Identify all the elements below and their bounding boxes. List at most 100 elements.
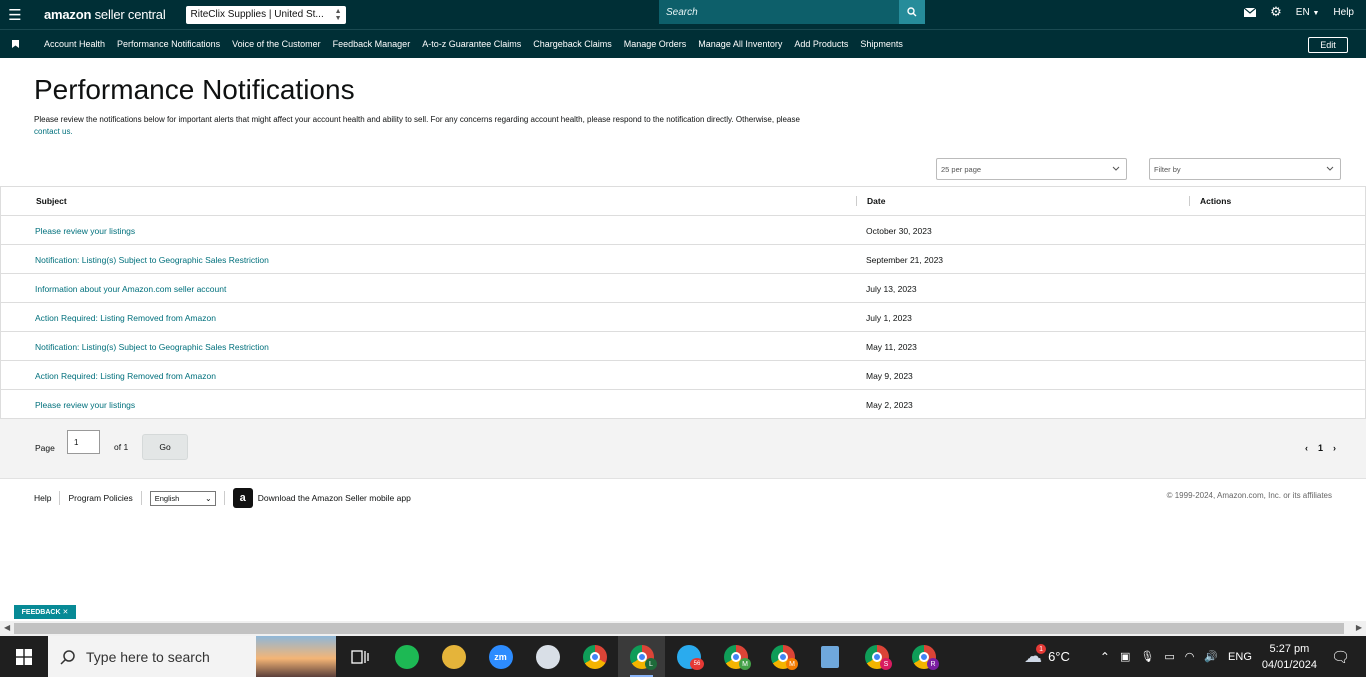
footer-help-link[interactable]: Help [34, 493, 51, 503]
scrollbar-thumb[interactable] [14, 623, 1344, 634]
footer-divider [59, 491, 61, 505]
notification-subject-link[interactable]: Notification: Listing(s) Subject to Geog… [35, 255, 269, 265]
account-selector[interactable]: RiteClix Supplies | United St... ▲ ▼ [185, 5, 346, 24]
nav-item-atoz-claims[interactable]: A-to-z Guarantee Claims [422, 39, 521, 49]
weather-widget[interactable]: ☁ 1 6°C [1024, 644, 1070, 667]
nav-item-add-products[interactable]: Add Products [794, 39, 848, 49]
scroll-left-icon[interactable]: ◀ [4, 623, 10, 632]
search-highlight-image [256, 636, 336, 677]
notification-subject-link[interactable]: Please review your listings [35, 226, 135, 236]
taskbar-search-placeholder: Type here to search [86, 648, 210, 665]
windows-taskbar: Type here to search zm L 56 M M S R ☁ 1 … [0, 636, 1366, 677]
telegram-unread-badge: 56 [690, 658, 704, 670]
chrome-profile-icon[interactable]: R [900, 636, 947, 677]
bookmark-icon[interactable] [0, 40, 30, 48]
page-number-input[interactable]: 1 [67, 430, 100, 454]
scroll-right-icon[interactable]: ▶ [1356, 623, 1362, 632]
gear-icon[interactable]: ⚙ [1270, 4, 1282, 20]
current-page-number[interactable]: 1 [1318, 443, 1323, 453]
volume-icon[interactable]: 🔊 [1204, 650, 1218, 663]
seller-central-logo[interactable]: amazon seller central [44, 7, 166, 22]
input-language-label[interactable]: ENG [1228, 651, 1252, 663]
chrome-profile-icon[interactable]: M [759, 636, 806, 677]
help-link[interactable]: Help [1333, 7, 1354, 18]
language-selector[interactable]: EN ▼ [1296, 7, 1320, 18]
nav-items: Account Health Performance Notifications… [44, 39, 903, 49]
intro-body: Please review the notifications below fo… [34, 115, 800, 124]
table-row: Notification: Listing(s) Subject to Geog… [1, 245, 1365, 274]
nav-item-account-health[interactable]: Account Health [44, 39, 105, 49]
chrome-profile-icon[interactable]: M [712, 636, 759, 677]
program-policies-link[interactable]: Program Policies [68, 493, 132, 503]
per-page-dropdown[interactable]: 25 per page [936, 158, 1127, 180]
chrome-icon[interactable] [571, 636, 618, 677]
page-label: Page [35, 443, 55, 453]
nav-item-manage-orders[interactable]: Manage Orders [624, 39, 687, 49]
task-view-icon[interactable] [336, 636, 383, 677]
windows-start-button[interactable] [0, 636, 48, 677]
nav-item-feedback-manager[interactable]: Feedback Manager [333, 39, 411, 49]
nav-item-performance-notifications[interactable]: Performance Notifications [117, 39, 220, 49]
notification-center-icon[interactable]: 🗨 [1331, 648, 1350, 666]
table-row: Please review your listings May 2, 2023 [1, 390, 1365, 419]
nav-item-voice-of-customer[interactable]: Voice of the Customer [232, 39, 321, 49]
notification-date: October 30, 2023 [866, 226, 932, 236]
notification-date: September 21, 2023 [866, 255, 944, 265]
search-button[interactable] [899, 0, 925, 24]
notification-subject-link[interactable]: Action Required: Listing Removed from Am… [35, 313, 216, 323]
calculator-icon[interactable] [806, 636, 853, 677]
notification-subject-link[interactable]: Please review your listings [35, 400, 135, 410]
footer: Help Program Policies English ⌄ a Downlo… [34, 488, 411, 508]
contact-us-link[interactable]: contact us. [34, 127, 73, 136]
search-input[interactable]: Search [659, 0, 899, 24]
per-page-label: 25 per page [941, 165, 982, 174]
telegram-icon[interactable]: 56 [665, 636, 712, 677]
nav-item-shipments[interactable]: Shipments [860, 39, 903, 49]
zoom-icon[interactable]: zm [477, 636, 524, 677]
notification-subject-link[interactable]: Information about your Amazon.com seller… [35, 284, 226, 294]
filter-dropdown[interactable]: Filter by [1149, 158, 1341, 180]
logo-prefix: amazon [44, 7, 92, 22]
column-header-date[interactable]: Date [856, 196, 885, 206]
amazon-app-icon[interactable]: a [232, 488, 253, 508]
microphone-icon[interactable]: 🎙 [1140, 650, 1154, 663]
temperature-label: 6°C [1048, 649, 1070, 664]
horizontal-scrollbar[interactable]: ◀ ▶ [0, 621, 1366, 636]
download-app-link[interactable]: Download the Amazon Seller mobile app [258, 493, 411, 503]
meet-now-icon[interactable]: ▣ [1120, 650, 1130, 663]
spotify-icon[interactable] [383, 636, 430, 677]
footer-divider [223, 491, 225, 505]
app-face-icon[interactable] [430, 636, 477, 677]
taskbar-search-box[interactable]: Type here to search [48, 636, 336, 677]
go-button[interactable]: Go [142, 434, 188, 460]
wifi-icon[interactable]: ◠ [1185, 650, 1195, 663]
chrome-profile-icon[interactable]: S [853, 636, 900, 677]
mail-icon[interactable] [1244, 7, 1257, 17]
edit-nav-button[interactable]: Edit [1308, 37, 1348, 53]
notification-date: May 2, 2023 [866, 400, 913, 410]
chevron-up-icon[interactable]: ⌃ [1100, 650, 1110, 664]
nav-item-chargeback-claims[interactable]: Chargeback Claims [533, 39, 612, 49]
filter-label: Filter by [1154, 165, 1181, 174]
next-page-icon[interactable]: › [1333, 443, 1336, 453]
column-header-subject[interactable]: Subject [36, 196, 67, 206]
notification-subject-link[interactable]: Action Required: Listing Removed from Am… [35, 371, 216, 381]
table-row: Please review your listings October 30, … [1, 216, 1365, 245]
battery-icon[interactable]: ▭ [1164, 650, 1174, 663]
logo-suffix: seller central [91, 7, 166, 22]
notification-subject-link[interactable]: Notification: Listing(s) Subject to Geog… [35, 342, 269, 352]
chrome-profile-icon[interactable]: L [618, 636, 665, 677]
system-tray: ☁ 1 6°C ⌃ ▣ 🎙 ▭ ◠ 🔊 ENG 5:27 pm 04/01/20… [1024, 636, 1366, 677]
table-row: Action Required: Listing Removed from Am… [1, 361, 1365, 390]
paint-app-icon[interactable] [524, 636, 571, 677]
taskbar-apps: zm L 56 M M S R [336, 636, 947, 677]
nav-item-manage-inventory[interactable]: Manage All Inventory [698, 39, 782, 49]
footer-language-select[interactable]: English ⌄ [149, 490, 216, 506]
taskbar-clock[interactable]: 5:27 pm 04/01/2024 [1262, 641, 1317, 673]
notification-date: May 9, 2023 [866, 371, 913, 381]
previous-page-icon[interactable]: ‹ [1305, 443, 1308, 453]
hamburger-menu-icon[interactable]: ☰ [0, 0, 30, 29]
feedback-button[interactable]: FEEDBACK ✕ [14, 605, 76, 619]
chrome-profile-badge: M [786, 658, 798, 670]
chrome-profile-badge: M [739, 658, 751, 670]
